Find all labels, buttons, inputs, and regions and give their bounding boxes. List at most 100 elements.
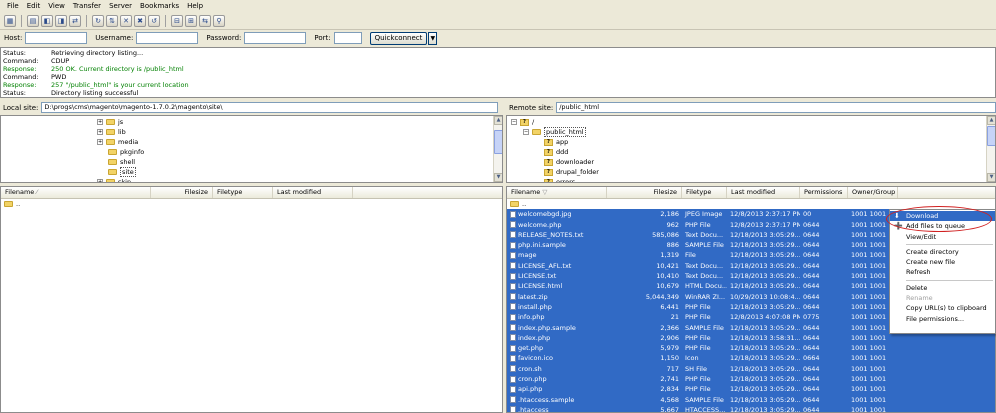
col-filetype[interactable]: Filetype [682, 187, 727, 198]
tree-item[interactable]: shell [97, 157, 502, 167]
scroll-down-icon[interactable]: ▼ [987, 173, 995, 182]
tree-item[interactable]: + lib [97, 127, 502, 137]
port-input[interactable] [333, 32, 362, 44]
quickconnect-dropdown-button[interactable]: ▼ [428, 31, 438, 45]
local-file-list[interactable]: Filename ⁄ Filesize Filetype Last modifi… [0, 186, 503, 413]
tree-item[interactable]: ? errors [544, 177, 995, 182]
tree-item[interactable]: ? ddd [544, 147, 995, 157]
col-filename[interactable]: Filename ⁄ [1, 187, 151, 198]
file-name: welcome.php [518, 220, 562, 229]
remote-tree-scrollbar[interactable]: ▲ ▼ [986, 116, 995, 182]
menu-item-copy-url-s-to-clipboard[interactable]: Copy URL(s) to clipboard [890, 303, 995, 313]
search-icon[interactable]: ⚲ [213, 14, 225, 27]
menu-server[interactable]: Server [105, 2, 136, 10]
menu-item-delete[interactable]: Delete [890, 283, 995, 293]
sync-browse-icon[interactable]: ⇆ [199, 14, 211, 27]
tree-item[interactable]: + skin [97, 177, 502, 183]
reconnect-icon[interactable]: ↺ [148, 14, 160, 27]
tree-item[interactable]: ? drupal_folder [544, 167, 995, 177]
tree-item[interactable]: ? downloader [544, 157, 995, 167]
local-tree-scrollbar[interactable]: ▲ ▼ [493, 116, 502, 182]
local-directory-tree[interactable]: + js + lib + media pkginfo shell site + skin ▲ ▼ [0, 115, 503, 183]
scroll-down-icon[interactable]: ▼ [494, 173, 502, 182]
table-row[interactable]: index.php 2,906 PHP File 12/18/2013 3:58:31… [507, 332, 995, 344]
col-last-modified[interactable]: Last modified [273, 187, 353, 198]
tree-item[interactable]: + js [97, 117, 502, 127]
col-owner-group[interactable]: Owner/Group [848, 187, 898, 198]
list-item[interactable]: .. [1, 199, 502, 209]
menu-item-file-permissions[interactable]: File permissions... [890, 314, 995, 324]
tree-public-html[interactable]: − public_html [511, 127, 995, 137]
tree-root[interactable]: −? / [511, 117, 995, 127]
menu-item-view-edit[interactable]: View/Edit [890, 232, 995, 242]
compare-icon[interactable]: ⊞ [185, 14, 197, 27]
password-input[interactable] [244, 32, 307, 44]
table-row[interactable]: get.php 5,979 PHP File 12/18/2013 3:05:29..… [507, 343, 995, 354]
file-size: 2,834 [660, 385, 679, 394]
table-row[interactable]: favicon.ico 1,150 Icon 12/18/2013 3:05:29..… [507, 353, 995, 364]
menu-transfer[interactable]: Transfer [69, 2, 105, 10]
log-line: Status: Retrieving directory listing... [3, 49, 993, 57]
process-queue-icon[interactable]: ⇅ [106, 14, 118, 27]
expand-icon[interactable]: + [97, 179, 103, 182]
queue-icon[interactable]: ⇄ [69, 14, 81, 27]
table-row[interactable]: api.php 2,834 PHP File 12/18/2013 3:05:29..… [507, 384, 995, 395]
file-name: index.php.sample [518, 323, 576, 332]
tree-item[interactable]: + media [97, 137, 502, 147]
filter-icon[interactable]: ⊟ [171, 14, 183, 27]
menu-edit[interactable]: Edit [23, 2, 45, 10]
menu-item-create-new-file[interactable]: Create new file [890, 257, 995, 267]
file-name: .htaccess [518, 405, 549, 413]
menu-bookmarks[interactable]: Bookmarks [136, 2, 183, 10]
menu-item-create-directory[interactable]: Create directory [890, 247, 995, 257]
tree-item[interactable]: ? app [544, 137, 995, 147]
tree-item[interactable]: pkginfo [97, 147, 502, 157]
message-log-icon[interactable]: ▤ [27, 14, 39, 27]
expand-icon[interactable]: + [97, 139, 103, 145]
local-site-label: Local site: [3, 103, 39, 112]
table-row[interactable]: .htaccess.sample 4,568 SAMPLE File 12/18/20… [507, 394, 995, 405]
collapse-icon[interactable]: − [511, 119, 517, 125]
file-modified: 12/18/2013 3:05:29... [730, 230, 800, 239]
local-path-input[interactable]: D:\progs\cms\magento\magento-1.7.0.2\mag… [41, 102, 499, 113]
remote-tree-icon[interactable]: ◨ [55, 14, 67, 27]
menu-item-add-files-to-queue[interactable]: ➕ Add files to queue [890, 221, 995, 231]
table-row[interactable]: cron.sh 717 SH File 12/18/2013 3:05:29... 06… [507, 363, 995, 375]
expand-icon[interactable]: + [97, 129, 103, 135]
refresh-icon[interactable]: ↻ [92, 14, 104, 27]
table-row[interactable]: cron.php 2,741 PHP File 12/18/2013 3:05:29.… [507, 374, 995, 385]
scroll-thumb[interactable] [494, 130, 502, 154]
scroll-up-icon[interactable]: ▲ [987, 116, 995, 125]
col-filesize[interactable]: Filesize [151, 187, 213, 198]
file-permissions: 0644 [803, 302, 820, 311]
expand-icon[interactable]: + [97, 119, 103, 125]
cancel-icon[interactable]: ✕ [120, 14, 132, 27]
col-filetype[interactable]: Filetype [213, 187, 273, 198]
local-tree-icon[interactable]: ◧ [41, 14, 53, 27]
scroll-thumb[interactable] [987, 126, 995, 146]
menu-help[interactable]: Help [183, 2, 207, 10]
remote-path-input[interactable]: /public_html [556, 102, 996, 113]
tree-item[interactable]: site [97, 167, 502, 177]
username-input[interactable] [136, 32, 199, 44]
disconnect-icon[interactable]: ✖ [134, 14, 146, 27]
tree-item-label: app [556, 138, 569, 146]
menu-item-download[interactable]: ⬇ Download [890, 211, 995, 222]
col-last-modified[interactable]: Last modified [727, 187, 800, 198]
menu-item-refresh[interactable]: Refresh [890, 267, 995, 277]
scroll-up-icon[interactable]: ▲ [494, 116, 502, 125]
collapse-icon[interactable]: − [523, 129, 529, 135]
site-manager-icon[interactable]: ▦ [4, 14, 16, 27]
host-input[interactable] [25, 32, 88, 44]
quickconnect-button[interactable]: Quickconnect [369, 31, 428, 45]
list-item-parent[interactable]: .. [507, 199, 995, 209]
remote-directory-tree[interactable]: −? / − public_html ? app? ddd? downloader? dru… [506, 115, 996, 183]
table-row[interactable]: .htaccess 5,667 HTACCESS... 12/18/2013 3:05… [507, 404, 995, 413]
col-filesize[interactable]: Filesize [607, 187, 682, 198]
tree-item-label: skin [118, 178, 132, 183]
file-type: Text Docu... [685, 230, 724, 239]
menu-view[interactable]: View [44, 2, 69, 10]
col-permissions[interactable]: Permissions [800, 187, 848, 198]
col-filename[interactable]: Filename ▽ [507, 187, 607, 198]
menu-file[interactable]: File [3, 2, 23, 10]
